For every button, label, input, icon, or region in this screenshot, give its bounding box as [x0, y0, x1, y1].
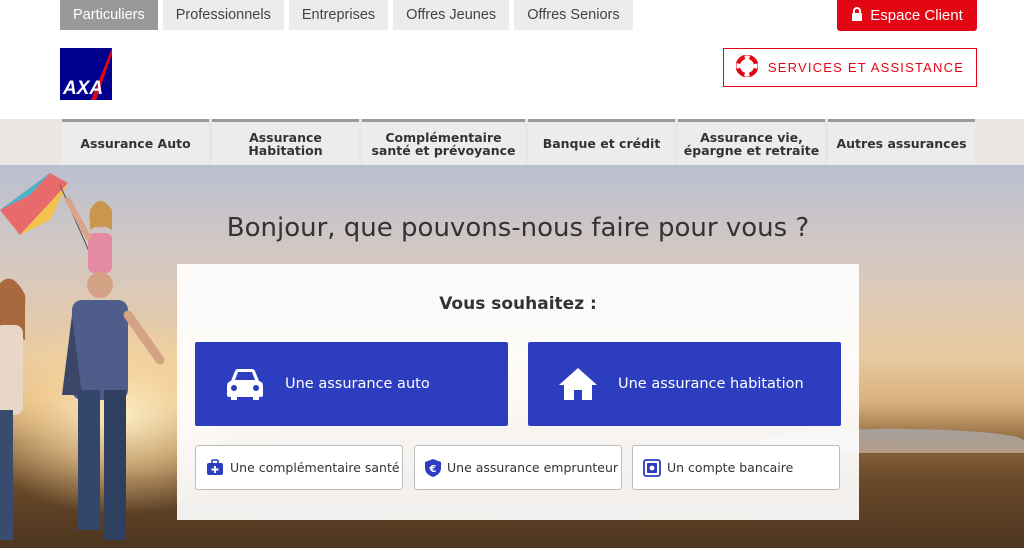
assurance-habitation-label: Une assurance habitation	[618, 376, 804, 392]
assurance-emprunteur-button[interactable]: € Une assurance emprunteur	[414, 445, 622, 490]
complementaire-sante-label: Une complémentaire santé	[230, 460, 400, 475]
lifebuoy-icon	[735, 54, 759, 80]
safe-icon	[643, 458, 661, 477]
compte-bancaire-button[interactable]: Un compte bancaire	[632, 445, 840, 490]
assurance-emprunteur-label: Une assurance emprunteur	[447, 460, 619, 475]
nav-label: Complémentaire santé et prévoyance	[371, 129, 516, 158]
hero-banner: Bonjour, que pouvons-nous faire pour vou…	[0, 165, 1024, 548]
svg-text:AXA: AXA	[62, 78, 103, 99]
audience-tabs: Particuliers Professionnels Entreprises …	[60, 0, 638, 30]
euro-shield-icon: €	[425, 458, 441, 477]
nav-assurance-habitation[interactable]: Assurance Habitation	[212, 119, 359, 165]
services-label: SERVICES ET ASSISTANCE	[767, 60, 965, 75]
hero-title: Bonjour, que pouvons-nous faire pour vou…	[226, 213, 810, 243]
nav-label: Banque et crédit	[542, 136, 661, 151]
nav-assurance-auto[interactable]: Assurance Auto	[62, 119, 209, 165]
axa-logo[interactable]: AXA	[60, 48, 112, 100]
tab-professionnels[interactable]: Professionnels	[162, 0, 284, 30]
panel-title: Vous souhaitez :	[439, 294, 597, 314]
svg-text:€: €	[429, 464, 437, 475]
options-panel: Vous souhaitez : Une assurance auto Une …	[177, 264, 859, 520]
compte-bancaire-label: Un compte bancaire	[667, 460, 794, 475]
nav-label: Assurance Habitation	[248, 129, 323, 158]
tab-offres-jeunes[interactable]: Offres Jeunes	[393, 0, 510, 30]
house-icon	[548, 367, 608, 401]
tab-particuliers[interactable]: Particuliers	[60, 0, 158, 30]
car-icon	[215, 367, 275, 401]
main-nav: Assurance Auto Assurance Habitation Comp…	[0, 119, 1024, 165]
espace-client-button[interactable]: Espace Client	[837, 0, 977, 31]
nav-assurance-vie[interactable]: Assurance vie, épargne et retraite	[678, 119, 825, 165]
nav-label: Assurance vie, épargne et retraite	[683, 129, 820, 158]
complementaire-sante-button[interactable]: Une complémentaire santé	[195, 445, 403, 490]
services-assistance-button[interactable]: SERVICES ET ASSISTANCE	[723, 48, 977, 87]
tab-entreprises[interactable]: Entreprises	[288, 0, 389, 30]
lock-icon	[851, 6, 863, 25]
assurance-auto-button[interactable]: Une assurance auto	[195, 342, 508, 426]
nav-complementaire-sante[interactable]: Complémentaire santé et prévoyance	[362, 119, 525, 165]
medical-kit-icon	[206, 459, 224, 476]
nav-label: Autres assurances	[836, 136, 967, 151]
nav-label: Assurance Auto	[80, 136, 191, 151]
tab-offres-seniors[interactable]: Offres Seniors	[514, 0, 633, 30]
nav-autres-assurances[interactable]: Autres assurances	[828, 119, 975, 165]
assurance-auto-label: Une assurance auto	[285, 376, 430, 392]
nav-banque-credit[interactable]: Banque et crédit	[528, 119, 675, 165]
espace-client-label: Espace Client	[870, 7, 963, 24]
assurance-habitation-button[interactable]: Une assurance habitation	[528, 342, 841, 426]
